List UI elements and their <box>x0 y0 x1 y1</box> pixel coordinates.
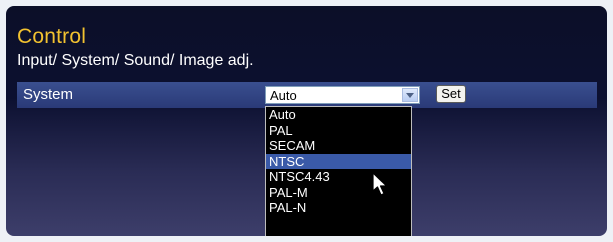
system-label: System <box>23 86 74 103</box>
option-secam[interactable]: SECAM <box>266 138 411 154</box>
option-auto[interactable]: Auto <box>266 107 411 123</box>
system-row: System Auto Set <box>17 82 597 108</box>
control-panel: Control Input/ System/ Sound/ Image adj.… <box>6 6 607 236</box>
chevron-down-icon[interactable] <box>402 88 418 102</box>
system-dropdown-list: Auto PAL SECAM NTSC NTSC4.43 PAL-M PAL-N <box>265 106 412 236</box>
breadcrumb: Input/ System/ Sound/ Image adj. <box>17 52 254 69</box>
page-title: Control <box>17 25 87 48</box>
set-button[interactable]: Set <box>436 85 466 103</box>
option-ntsc[interactable]: NTSC <box>266 153 411 169</box>
option-pal[interactable]: PAL <box>266 123 411 139</box>
option-pal-n[interactable]: PAL-N <box>266 200 411 216</box>
system-select[interactable]: Auto <box>265 86 420 104</box>
mouse-pointer-icon <box>372 172 388 196</box>
select-value: Auto <box>270 88 297 103</box>
